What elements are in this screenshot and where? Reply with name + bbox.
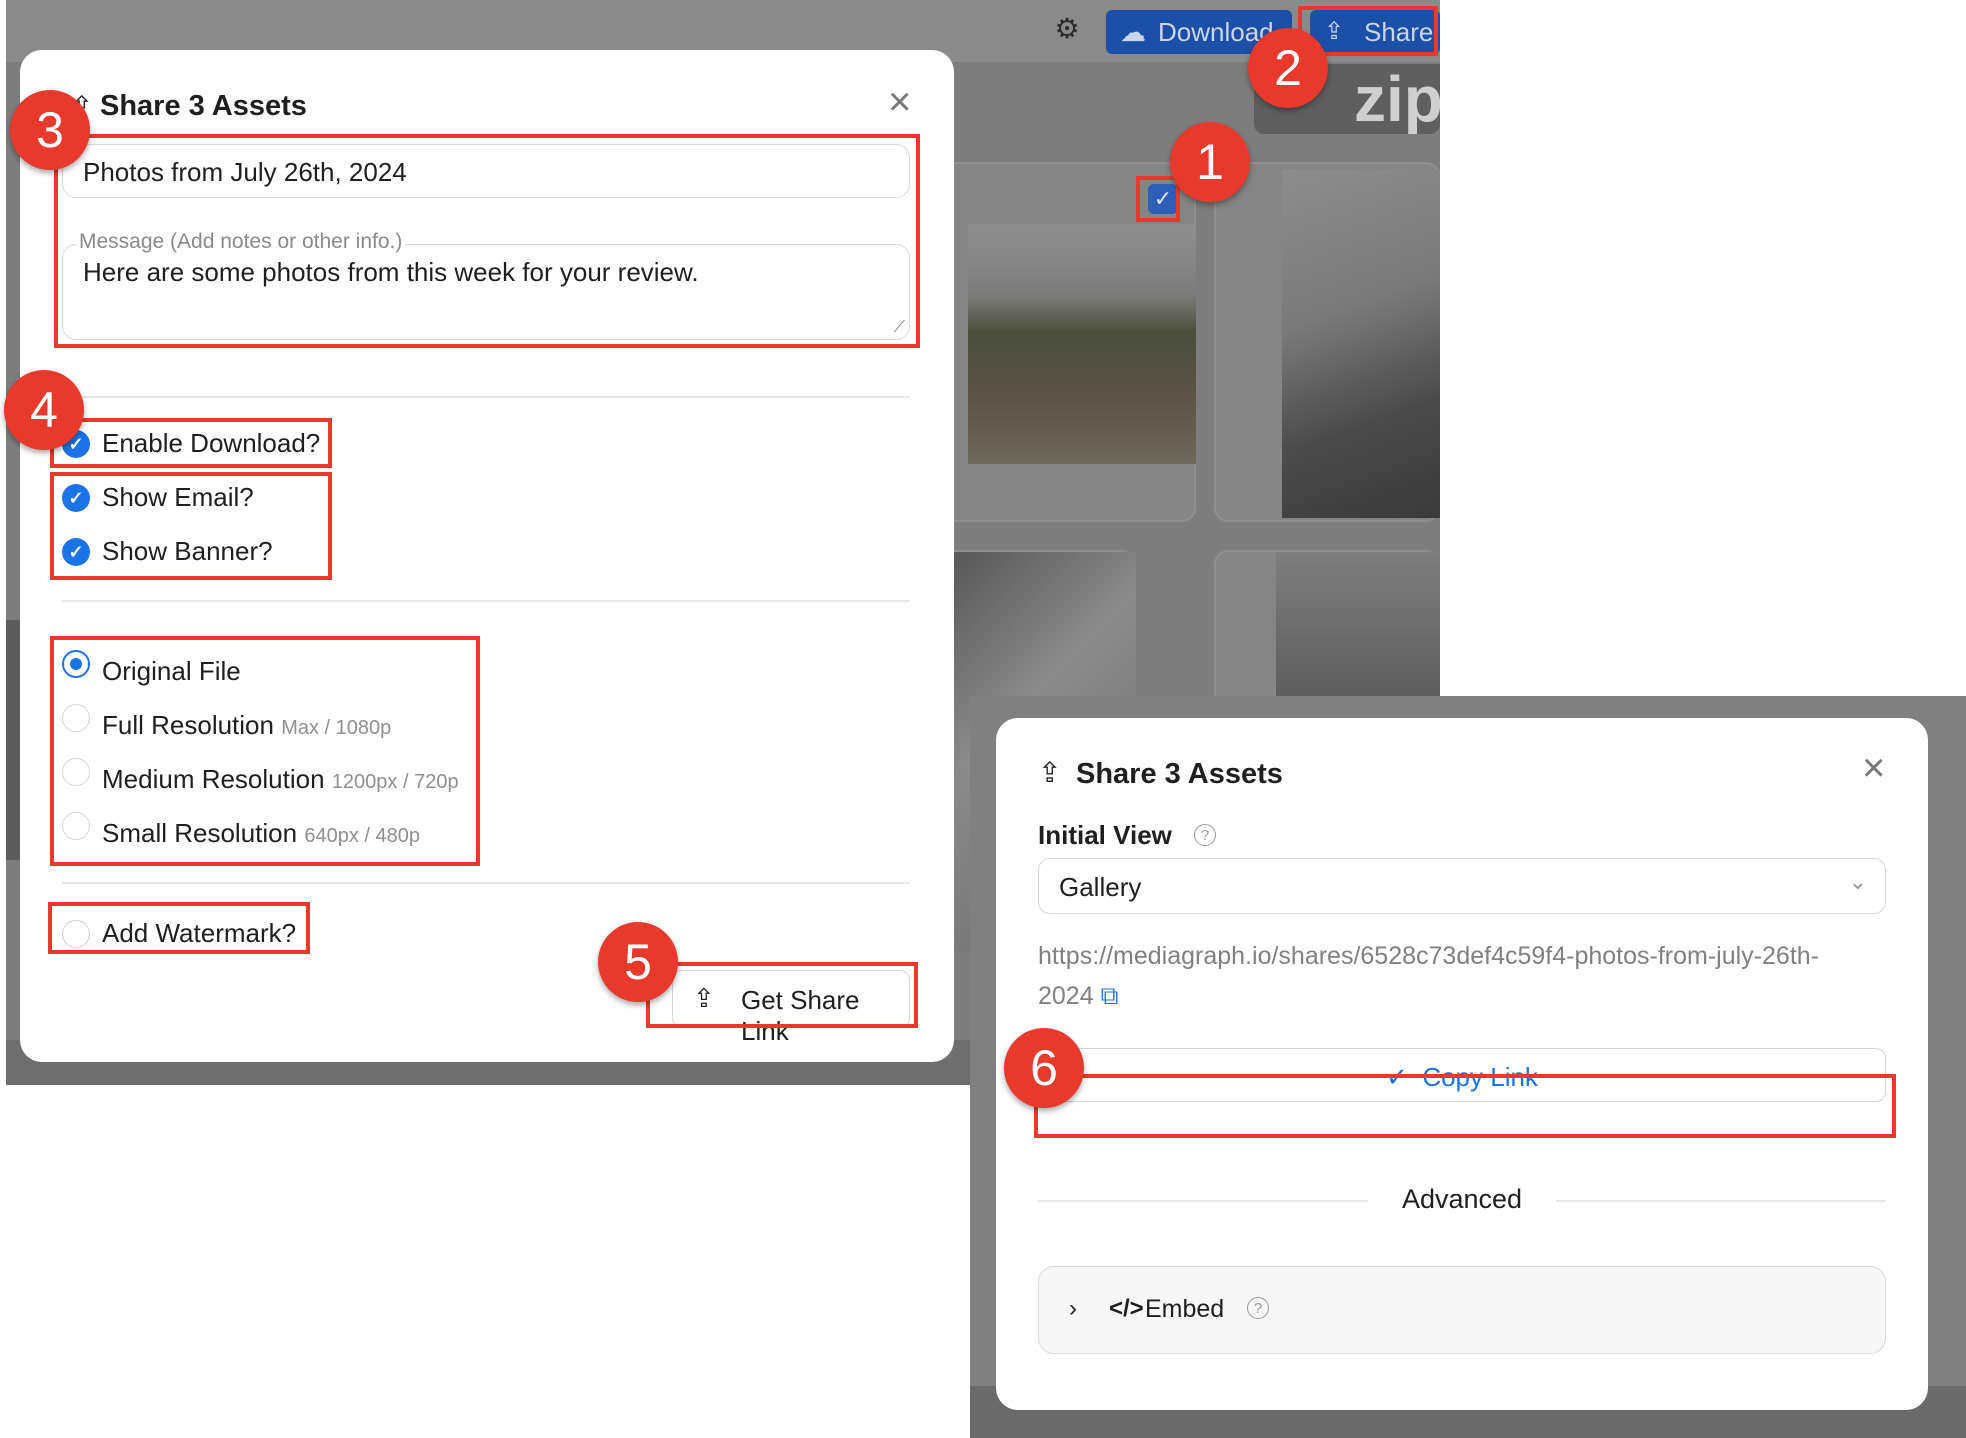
annotation-box [646, 962, 918, 1028]
annotation-box [50, 636, 480, 866]
annotation-box [48, 902, 310, 954]
share-url-line2: 2024 [1038, 982, 1094, 1010]
annotation-badge: 2 [1248, 28, 1328, 108]
annotation-box [1136, 176, 1180, 222]
cloud-download-icon: ☁ [1120, 17, 1146, 47]
annotation-box [50, 472, 332, 580]
share-url[interactable]: https://mediagraph.io/shares/6528c73def4… [1038, 936, 1898, 1016]
asset-thumbnail [1282, 170, 1440, 518]
chevron-down-icon: ⌄ [1848, 869, 1867, 894]
annotation-badge: 6 [1004, 1028, 1084, 1108]
divider [62, 600, 910, 602]
chevron-right-icon: › [1069, 1295, 1077, 1322]
annotation-box [50, 418, 332, 468]
divider [62, 396, 910, 398]
share-url-line1: https://mediagraph.io/shares/6528c73def4… [1038, 942, 1819, 970]
annotation-box [54, 134, 920, 348]
initial-view-select[interactable]: Gallery ⌄ [1038, 858, 1886, 914]
close-icon[interactable]: × [1862, 748, 1885, 788]
initial-view-label: Initial View [1038, 820, 1172, 850]
help-icon[interactable]: ? [1194, 824, 1216, 846]
divider [1556, 1200, 1886, 1202]
share-link-modal: ⇪ Share 3 Assets × Initial View ? Galler… [996, 718, 1928, 1410]
annotation-badge: 5 [598, 922, 678, 1002]
close-icon[interactable]: × [888, 82, 911, 122]
help-icon[interactable]: ? [1247, 1297, 1269, 1319]
annotation-box [1034, 1074, 1896, 1138]
annotation-badge: 3 [10, 90, 90, 170]
embed-collapsible[interactable]: › </> Embed ? [1038, 1266, 1886, 1354]
share-icon: ⇪ [1038, 757, 1062, 788]
asset-tile[interactable] [1214, 550, 1440, 712]
copy-icon[interactable]: ⧉ [1101, 982, 1119, 1010]
modal-title: Share 3 Assets [1076, 758, 1283, 790]
modal-title: Share 3 Assets [100, 90, 307, 122]
divider [62, 882, 910, 884]
asset-thumbnail [968, 224, 1196, 464]
annotation-badge: 4 [4, 370, 84, 450]
asset-thumbnail [6, 620, 20, 860]
code-icon: </> [1109, 1295, 1144, 1322]
annotation-badge: 1 [1170, 122, 1250, 202]
asset-tile[interactable] [1214, 162, 1440, 522]
asset-thumbnail [1276, 552, 1440, 712]
gear-icon[interactable]: ⚙ [1052, 14, 1082, 44]
embed-label: Embed [1145, 1295, 1225, 1323]
initial-view-value: Gallery [1059, 872, 1142, 902]
